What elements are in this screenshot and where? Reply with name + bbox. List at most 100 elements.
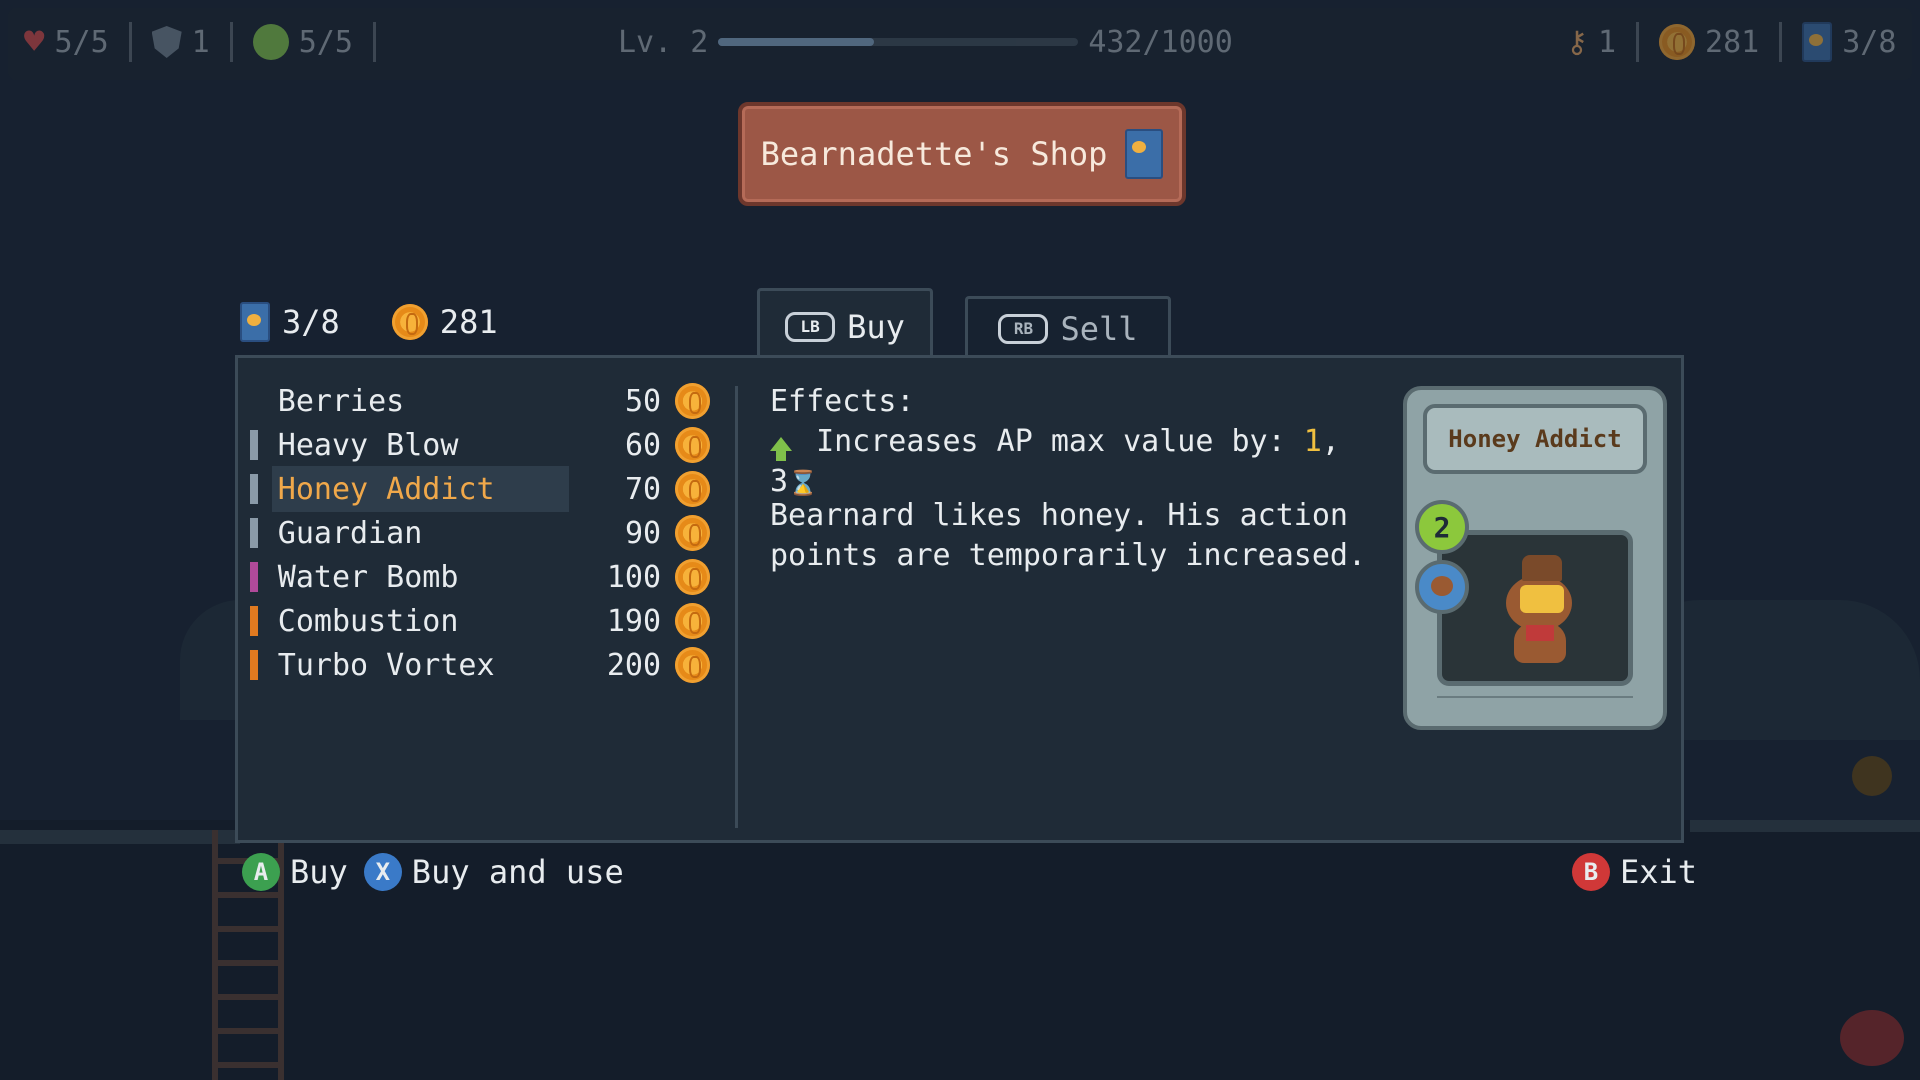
item-name: Honey Addict — [277, 471, 495, 507]
item-rarity-marker — [250, 518, 258, 548]
shop-item[interactable]: Guardian 90 — [250, 510, 710, 556]
item-name: Berries — [277, 383, 405, 419]
tab-buy-label: Buy — [847, 308, 905, 346]
item-name: Guardian — [277, 515, 423, 551]
wallet: 3/8 281 — [240, 300, 498, 344]
energy-icon — [252, 24, 289, 60]
shop-item[interactable]: Heavy Blow 60 — [250, 422, 710, 468]
panel-divider — [735, 386, 738, 828]
key-icon: ⚷ — [1566, 24, 1588, 60]
bear-badge-icon — [1415, 560, 1469, 614]
shop-panel: Berries 50 Heavy Blow 60 Honey Addict 70 Guard… — [235, 355, 1684, 843]
tab-buy[interactable]: LB Buy — [757, 288, 933, 363]
background-ledge — [0, 830, 240, 844]
coin-icon — [675, 515, 710, 551]
effect-duration: 3 — [770, 464, 789, 499]
background-coin — [1852, 756, 1892, 796]
coin-icon — [391, 304, 428, 340]
hud-level-label: Lv. 2 — [618, 24, 709, 60]
wallet-cards: 3/8 — [282, 303, 340, 341]
control-hints: A Buy X Buy and use — [242, 850, 624, 894]
shield-icon — [151, 26, 182, 58]
effect-value: 1 — [1303, 424, 1322, 459]
hud-separator — [372, 22, 376, 62]
shop-item[interactable]: Honey Addict 70 — [250, 466, 710, 512]
item-price: 90 — [624, 515, 662, 551]
shop-item[interactable]: Berries 50 — [250, 378, 710, 424]
hud-level: Lv. 2 432/1000 — [618, 22, 1233, 62]
card-art — [1437, 530, 1633, 686]
exit-hint[interactable]: B Exit — [1572, 850, 1697, 894]
hud-right: ⚷ 1 281 3/8 — [1566, 22, 1896, 62]
item-name: Water Bomb — [277, 559, 459, 595]
shop-item[interactable]: Combustion 190 — [250, 598, 710, 644]
lb-button-icon: LB — [785, 312, 836, 342]
hud-keys: 1 — [1597, 24, 1617, 60]
background-ledge — [1690, 820, 1920, 832]
a-button-icon[interactable]: A — [242, 853, 280, 891]
card-footer — [1437, 696, 1633, 704]
item-name: Combustion — [277, 603, 459, 639]
item-price: 70 — [624, 471, 662, 507]
hud-xp: 432/1000 — [1088, 24, 1233, 60]
ap-cost-badge: 2 — [1415, 500, 1469, 554]
hud-energy: 5/5 — [298, 24, 353, 60]
wallet-coins: 281 — [439, 303, 498, 341]
coin-icon — [1659, 24, 1696, 60]
hourglass-icon: ⌛ — [788, 469, 818, 497]
card-icon — [1802, 22, 1833, 62]
coin-icon — [675, 427, 710, 463]
hud-cards: 3/8 — [1842, 24, 1897, 60]
hud-armor: 1 — [191, 24, 210, 60]
item-description: Bearnard likes honey. His action points … — [770, 498, 1367, 573]
heart-icon: ♥ — [24, 22, 45, 62]
tab-sell[interactable]: RB Sell — [965, 296, 1171, 359]
coin-icon — [675, 647, 710, 683]
coin-icon — [675, 603, 710, 639]
item-price: 200 — [606, 647, 662, 683]
coin-icon — [675, 383, 710, 419]
bear-character-image — [1500, 555, 1580, 665]
buy-and-use-hint-label: Buy and use — [411, 853, 624, 891]
xp-bar-fill — [718, 38, 874, 46]
xp-bar — [718, 38, 1079, 46]
x-button-icon[interactable]: X — [363, 853, 402, 891]
card-icon — [1125, 129, 1164, 179]
item-rarity-marker — [250, 606, 258, 636]
shop-title-text: Bearnadette's Shop — [760, 135, 1108, 173]
arrow-up-icon — [770, 437, 792, 461]
item-price: 50 — [624, 383, 662, 419]
exit-hint-label: Exit — [1620, 853, 1698, 891]
item-name: Turbo Vortex — [277, 647, 495, 683]
item-price: 100 — [606, 559, 662, 595]
effects-label: Effects: — [770, 384, 915, 419]
item-rarity-marker — [250, 650, 258, 680]
tab-sell-label: Sell — [1060, 310, 1138, 348]
card-title: Honey Addict — [1423, 404, 1647, 474]
card-icon — [240, 302, 270, 342]
item-price: 60 — [624, 427, 662, 463]
item-name: Heavy Blow — [277, 427, 459, 463]
hud-separator — [1636, 22, 1640, 62]
coin-icon — [675, 471, 710, 507]
effect-text: Increases AP max value by: — [816, 424, 1286, 459]
hud-coins: 281 — [1705, 24, 1760, 60]
b-button-icon[interactable]: B — [1572, 853, 1610, 891]
rb-button-icon: RB — [998, 314, 1049, 344]
hud-separator — [128, 22, 132, 62]
watermark-logo — [1840, 1010, 1904, 1066]
item-card: Honey Addict 2 — [1403, 386, 1667, 730]
shop-title: Bearnadette's Shop — [738, 102, 1186, 206]
effect-line: Increases AP max value by: 1, 3⌛ — [770, 422, 1370, 503]
item-rarity-marker — [250, 562, 258, 592]
effects-section: Effects: Increases AP max value by: 1, 3… — [770, 382, 1370, 503]
buy-hint-label: Buy — [290, 853, 348, 891]
item-rarity-marker — [250, 430, 258, 460]
effect-separator: , — [1321, 424, 1340, 459]
item-rarity-marker — [250, 474, 258, 504]
hud-health: 5/5 — [54, 24, 109, 60]
shop-item[interactable]: Turbo Vortex 200 — [250, 642, 710, 688]
hud-separator — [1779, 22, 1783, 62]
shop-item[interactable]: Water Bomb 100 — [250, 554, 710, 600]
item-price: 190 — [606, 603, 662, 639]
